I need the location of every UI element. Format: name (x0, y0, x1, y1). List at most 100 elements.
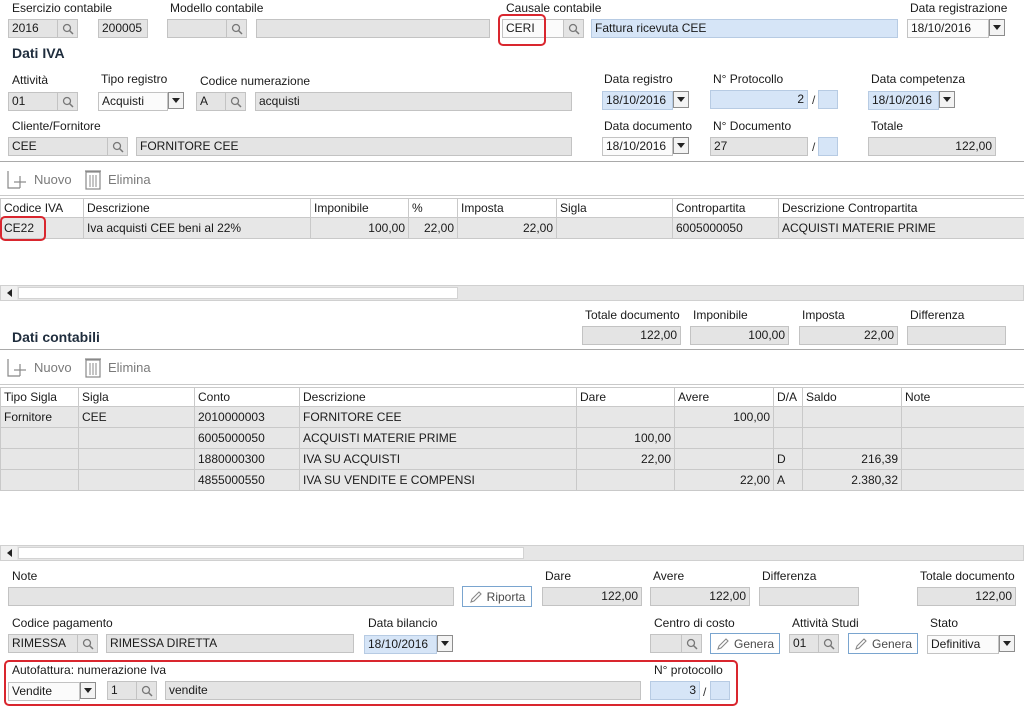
table-cell[interactable]: ACQUISTI MATERIE PRIME (778, 217, 1024, 239)
table-cell[interactable]: CEE (78, 406, 195, 428)
imponibile-field[interactable]: 100,00 (690, 326, 789, 345)
column-header[interactable]: Imposta (457, 198, 557, 218)
esercizio-field[interactable]: 2016 (8, 19, 58, 38)
table-cell[interactable]: 6005000050 (194, 427, 300, 449)
table-cell[interactable] (556, 217, 673, 239)
table-cell[interactable] (0, 469, 79, 491)
table-cell[interactable]: 1880000300 (194, 448, 300, 470)
table-cell[interactable] (901, 448, 1024, 470)
table-cell[interactable] (802, 427, 902, 449)
protocollo-suffix-field[interactable] (818, 90, 838, 109)
iva-horizontal-scrollbar[interactable] (0, 285, 1024, 301)
centro-costo-field[interactable] (650, 634, 682, 653)
table-cell[interactable]: 22,00 (674, 469, 774, 491)
table-row[interactable]: CE22 Iva acquisti CEE beni al 22% 100,00… (0, 217, 1024, 239)
modello-code-field[interactable] (167, 19, 227, 38)
table-cell[interactable] (674, 427, 774, 449)
n-documento-field[interactable]: 27 (710, 137, 808, 156)
table-row[interactable]: Fornitore CEE 2010000003 FORNITORE CEE 1… (0, 406, 1024, 428)
scrollbar-thumb[interactable] (18, 287, 458, 299)
table-cell[interactable]: 100,00 (310, 217, 409, 239)
table-cell[interactable] (78, 469, 195, 491)
attivita-search-icon[interactable] (58, 92, 78, 111)
cliente-fornitore-search-icon[interactable] (108, 137, 128, 156)
attivita-studi-field[interactable]: 01 (789, 634, 819, 653)
data-documento-dropdown[interactable] (673, 137, 689, 154)
codice-numerazione-search-icon[interactable] (226, 92, 246, 111)
codice-pagamento-desc-field[interactable]: RIMESSA DIRETTA (106, 634, 354, 653)
table-cell[interactable]: 216,39 (802, 448, 902, 470)
column-header[interactable]: Sigla (78, 387, 195, 407)
footer-protocollo-field[interactable]: 3 (650, 681, 700, 700)
protocollo-field[interactable]: 2 (710, 90, 808, 109)
column-header[interactable]: Codice IVA (0, 198, 84, 218)
data-competenza-field[interactable]: 18/10/2016 (868, 91, 939, 110)
differenza-field[interactable] (907, 326, 1006, 345)
esercizio-numero-field[interactable]: 200005 (98, 19, 148, 38)
column-header[interactable]: Sigla (556, 198, 673, 218)
codice-numerazione-desc-field[interactable]: acquisti (255, 92, 572, 111)
causale-desc-field[interactable]: Fattura ricevuta CEE (591, 19, 898, 38)
codice-pagamento-search-icon[interactable] (78, 634, 98, 653)
table-row[interactable]: 4855000550 IVA SU VENDITE E COMPENSI 22,… (0, 469, 1024, 491)
table-cell[interactable] (773, 427, 803, 449)
table-cell[interactable] (674, 448, 774, 470)
contabili-elimina-button[interactable]: Elimina (84, 356, 151, 378)
modello-search-icon[interactable] (227, 19, 247, 38)
table-cell[interactable]: 100,00 (674, 406, 774, 428)
table-cell[interactable] (773, 406, 803, 428)
table-cell[interactable]: 100,00 (576, 427, 675, 449)
column-header[interactable]: Descrizione (83, 198, 311, 218)
centro-costo-search-icon[interactable] (682, 634, 702, 653)
autofattura-search-icon[interactable] (137, 681, 157, 700)
column-header[interactable]: Contropartita (672, 198, 779, 218)
table-cell[interactable]: 4855000550 (194, 469, 300, 491)
table-cell[interactable] (78, 427, 195, 449)
attivita-field[interactable]: 01 (8, 92, 58, 111)
table-cell[interactable]: A (773, 469, 803, 491)
table-cell[interactable]: Iva acquisti CEE beni al 22% (83, 217, 311, 239)
table-cell[interactable] (802, 406, 902, 428)
attivita-studi-genera-button[interactable]: Genera (848, 633, 918, 654)
cliente-fornitore-code-field[interactable]: CEE (8, 137, 108, 156)
data-bilancio-dropdown[interactable] (437, 635, 453, 652)
causale-search-icon[interactable] (564, 19, 584, 38)
scroll-left-icon[interactable] (1, 286, 17, 300)
scrollbar-thumb[interactable] (18, 547, 524, 559)
data-competenza-dropdown[interactable] (939, 91, 955, 108)
iva-elimina-button[interactable]: Elimina (84, 168, 151, 190)
imposta-field[interactable]: 22,00 (799, 326, 898, 345)
footer-protocollo-suffix-field[interactable] (710, 681, 730, 700)
table-cell[interactable]: D (773, 448, 803, 470)
column-header[interactable]: Conto (194, 387, 300, 407)
table-cell[interactable] (901, 469, 1024, 491)
modello-desc-field[interactable] (256, 19, 490, 38)
data-registro-field[interactable]: 18/10/2016 (602, 91, 673, 110)
totale-documento-field[interactable]: 122,00 (582, 326, 681, 345)
n-documento-suffix-field[interactable] (818, 137, 838, 156)
footer-differenza-field[interactable] (759, 587, 859, 606)
table-cell[interactable]: CE22 (0, 217, 84, 239)
contabili-horizontal-scrollbar[interactable] (0, 545, 1024, 561)
attivita-studi-search-icon[interactable] (819, 634, 839, 653)
table-cell[interactable]: 2010000003 (194, 406, 300, 428)
avere-field[interactable]: 122,00 (650, 587, 750, 606)
column-header[interactable]: % (408, 198, 458, 218)
centro-costo-genera-button[interactable]: Genera (710, 633, 780, 654)
data-registrazione-field[interactable]: 18/10/2016 (907, 19, 989, 38)
esercizio-search-icon[interactable] (58, 19, 78, 38)
table-cell[interactable]: 22,00 (576, 448, 675, 470)
table-row[interactable]: 1880000300 IVA SU ACQUISTI 22,00 D 216,3… (0, 448, 1024, 470)
column-header[interactable]: Avere (674, 387, 774, 407)
table-cell[interactable] (901, 406, 1024, 428)
column-header[interactable]: Note (901, 387, 1024, 407)
table-row[interactable]: 6005000050 ACQUISTI MATERIE PRIME 100,00 (0, 427, 1024, 449)
stato-select[interactable]: Definitiva (927, 635, 999, 654)
scroll-left-icon[interactable] (1, 546, 17, 560)
table-cell[interactable] (0, 427, 79, 449)
column-header[interactable]: Imponibile (310, 198, 409, 218)
causale-code-field[interactable]: CERI (502, 19, 564, 38)
table-cell[interactable]: 6005000050 (672, 217, 779, 239)
dare-field[interactable]: 122,00 (542, 587, 642, 606)
contabili-nuovo-button[interactable]: Nuovo (6, 356, 72, 378)
